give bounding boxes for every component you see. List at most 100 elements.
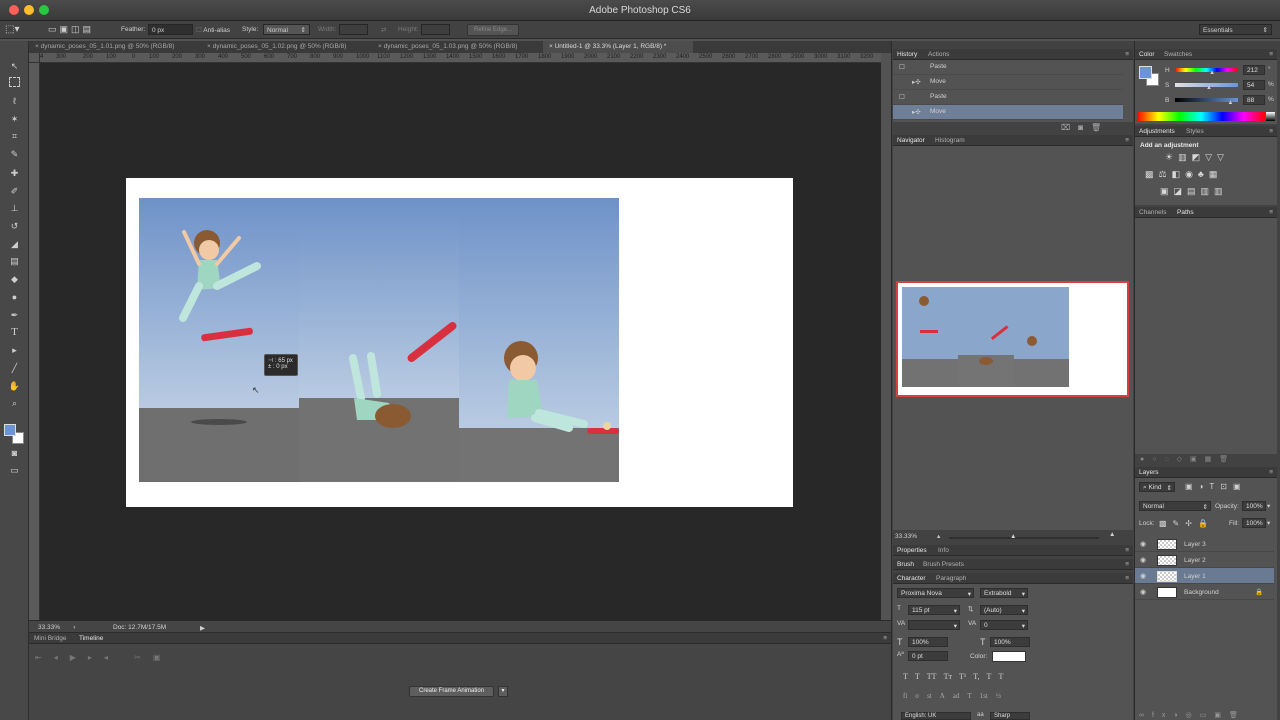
type-style-buttons[interactable]: T T TT Tт T¹ T, T T (903, 672, 1003, 681)
layer-filter-icons[interactable]: ▣◑T⊡▣ (1185, 482, 1247, 491)
brightness-input[interactable]: 88 (1243, 95, 1265, 105)
gradient-tool-icon[interactable]: ▤ (7, 254, 22, 269)
healing-brush-tool-icon[interactable]: ✚ (7, 166, 22, 181)
fill-input[interactable]: 100% (1242, 518, 1266, 528)
quick-mask-icon[interactable]: ◙ (7, 446, 22, 461)
zoom-in-icon[interactable]: ▲ (1109, 531, 1115, 538)
eyedropper-tool-icon[interactable]: ✎ (7, 147, 22, 162)
animation-dropdown-icon[interactable]: ▾ (498, 686, 508, 697)
text-color-swatch[interactable] (992, 651, 1026, 662)
leading-input[interactable]: (Auto) ▾ (980, 605, 1028, 615)
tab-doc-1[interactable]: × dynamic_poses_05_1.01.png @ 50% (RGB/8… (29, 41, 201, 53)
status-menu-icon[interactable]: ▶ (200, 624, 205, 632)
lock-icons[interactable]: ▩✎✢🔒 (1159, 519, 1214, 528)
tab-history[interactable]: History (897, 51, 917, 58)
visibility-eye-icon[interactable]: ◉ (1140, 572, 1146, 580)
font-family-select[interactable]: Proxima Nova ▾ (897, 588, 974, 598)
tab-doc-3[interactable]: × dynamic_poses_05_1.03.png @ 50% (RGB/8… (372, 41, 543, 53)
tab-mini-bridge[interactable]: Mini Bridge (34, 635, 67, 642)
layer-row[interactable]: ◉ Background 🔒 (1135, 584, 1274, 600)
eraser-tool-icon[interactable]: ◢ (7, 237, 22, 252)
grayscale-ramp[interactable] (1266, 112, 1275, 121)
tab-channels[interactable]: Channels (1139, 209, 1166, 216)
adjustment-icons-row-3[interactable]: ▣◪▤▥▥ (1160, 186, 1228, 197)
tab-paths[interactable]: Paths (1177, 209, 1194, 216)
tab-adjustments[interactable]: Adjustments (1139, 128, 1175, 135)
tab-histogram[interactable]: Histogram (935, 137, 965, 144)
panel-menu-icon[interactable]: ≡ (1269, 209, 1273, 216)
panel-menu-icon[interactable]: ≡ (1269, 469, 1273, 476)
opentype-buttons[interactable]: fi σ st Aad T 1st ½ (903, 692, 1001, 700)
visibility-eye-icon[interactable]: ◉ (1140, 588, 1146, 596)
panel-menu-icon[interactable]: ≡ (883, 635, 887, 642)
fill-dropdown-icon[interactable]: ▾ (1267, 519, 1270, 527)
blend-mode-select[interactable]: Normal ⇕ (1139, 501, 1211, 511)
close-icon[interactable]: × (378, 43, 382, 50)
adjustment-icons-row-1[interactable]: ☀▥◩▽▽ (1165, 152, 1229, 163)
panel-menu-icon[interactable]: ≡ (1125, 547, 1129, 554)
panel-menu-icon[interactable]: ≡ (1125, 51, 1129, 58)
hue-input[interactable]: 212 (1243, 65, 1265, 75)
tab-swatches[interactable]: Swatches (1164, 51, 1192, 58)
tracking-input[interactable]: 0 ▾ (980, 620, 1028, 630)
magic-wand-tool-icon[interactable]: ✶ (7, 112, 22, 127)
tab-color[interactable]: Color (1139, 51, 1155, 58)
tab-navigator[interactable]: Navigator (897, 137, 925, 144)
navigator-preview[interactable] (896, 281, 1129, 397)
history-item[interactable]: ☐ Paste (893, 60, 1123, 75)
ruler-origin[interactable] (29, 53, 40, 63)
width-input[interactable] (339, 24, 368, 35)
close-icon[interactable]: × (549, 43, 553, 50)
slider-thumb[interactable]: ▲ (1010, 533, 1016, 540)
close-icon[interactable]: × (207, 43, 211, 50)
tab-paragraph[interactable]: Paragraph (936, 575, 966, 582)
history-item[interactable]: ▸✣ Move (893, 75, 1123, 90)
paths-actions[interactable]: ●○◌◇▣▦🗑 (1140, 455, 1236, 463)
marquee-preset-icon[interactable]: ⬚▾ (5, 24, 19, 35)
color-spectrum-ramp[interactable] (1137, 112, 1265, 121)
layer-row[interactable]: ◉ Layer 3 (1135, 536, 1274, 552)
saturation-slider-thumb[interactable]: ▲ (1206, 85, 1212, 91)
layer-filter-kind[interactable]: ⌕ Kind ⇕ (1139, 482, 1175, 492)
refine-edge-button[interactable]: Refine Edge... (467, 24, 519, 36)
panel-menu-icon[interactable]: ≡ (1125, 137, 1129, 144)
visibility-eye-icon[interactable]: ◉ (1140, 540, 1146, 548)
layers-actions[interactable]: ∞fx◑◎▭▣🗑 (1139, 711, 1246, 719)
tab-layers[interactable]: Layers (1139, 469, 1159, 476)
history-brush-tool-icon[interactable]: ↺ (7, 219, 22, 234)
kerning-input[interactable]: ▾ (908, 620, 960, 630)
tab-character[interactable]: Character (897, 575, 926, 582)
tab-actions[interactable]: Actions (928, 51, 949, 58)
marquee-tool-icon[interactable] (9, 77, 20, 87)
adjustment-icons-row-2[interactable]: ▩⚖◧◉♣▦ (1145, 169, 1222, 180)
clone-stamp-tool-icon[interactable]: ⊥ (7, 201, 22, 216)
tab-doc-untitled[interactable]: × Untitled-1 @ 33.3% (Layer 1, RGB/8) * (543, 41, 693, 53)
tab-properties[interactable]: Properties (897, 547, 927, 554)
playback-controls[interactable]: ⇤◂▶▸◂ ✂▣ (35, 653, 172, 662)
feather-input[interactable]: 0 px (148, 24, 193, 35)
antialias-select[interactable]: Sharp (990, 712, 1030, 720)
language-select[interactable]: English: UK (901, 712, 971, 720)
swap-icon[interactable]: ⇄ (381, 26, 386, 34)
hue-slider-thumb[interactable]: ▲ (1209, 70, 1215, 76)
close-icon[interactable]: × (35, 43, 39, 50)
history-actions[interactable]: ⌧◙🗑 (1061, 123, 1109, 132)
panel-menu-icon[interactable]: ≡ (1269, 51, 1273, 58)
brush-tool-icon[interactable]: ✐ (7, 184, 22, 199)
navigator-zoom[interactable]: 33.33% (895, 533, 917, 540)
hue-slider[interactable] (1175, 68, 1238, 72)
tab-brush[interactable]: Brush (897, 561, 914, 568)
hand-tool-icon[interactable]: ✋ (7, 379, 22, 394)
history-item-selected[interactable]: ▸✣ Move (893, 105, 1123, 120)
panel-menu-icon[interactable]: ≡ (1125, 575, 1129, 582)
opacity-dropdown-icon[interactable]: ▾ (1267, 502, 1270, 510)
brightness-slider-thumb[interactable]: ▲ (1227, 100, 1233, 106)
status-export-icon[interactable]: ◐ (73, 624, 77, 631)
font-size-input[interactable]: 115 pt ▾ (908, 605, 960, 615)
layer-row[interactable]: ◉ Layer 2 (1135, 552, 1274, 568)
navigator-zoom-slider[interactable] (949, 537, 1099, 539)
tab-timeline[interactable]: Timeline (79, 635, 103, 642)
create-frame-animation-button[interactable]: Create Frame Animation (409, 686, 494, 697)
path-selection-tool-icon[interactable]: ▸ (7, 343, 22, 358)
blur-tool-icon[interactable]: ◆ (7, 272, 22, 287)
